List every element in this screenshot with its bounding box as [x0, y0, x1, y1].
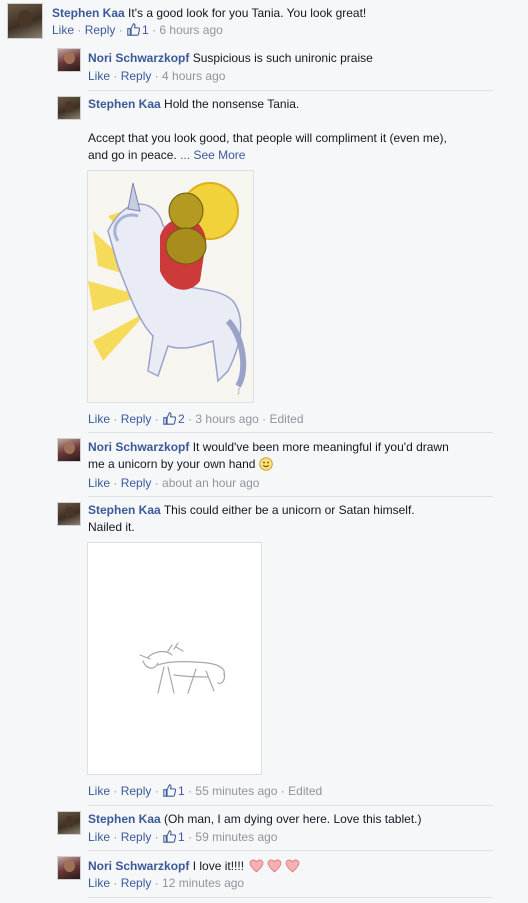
comment-text: It's a good look for you Tania. You look… — [128, 6, 367, 20]
divider — [88, 90, 493, 91]
timestamp[interactable]: 55 minutes ago — [195, 784, 277, 798]
like-link[interactable]: Like — [88, 830, 110, 844]
divider — [88, 496, 493, 497]
thumbs-up-icon — [163, 830, 177, 843]
comment-body: Stephen Kaa This could either be a unico… — [88, 502, 415, 519]
comment-author[interactable]: Stephen Kaa — [88, 503, 161, 517]
comment-actions: Like · Reply · 1 · 59 minutes ago — [88, 830, 278, 844]
reply-link[interactable]: Reply — [121, 69, 152, 83]
like-link[interactable]: Like — [88, 412, 110, 426]
reply-link[interactable]: Reply — [121, 412, 152, 426]
reply-link[interactable]: Reply — [85, 23, 116, 37]
comment-actions: Like · Reply · about an hour ago — [88, 476, 260, 490]
comment-text: This could either be a unicorn or Satan … — [163, 503, 415, 517]
comment-text-line: Nailed it. — [88, 520, 135, 534]
thumbs-up-icon — [163, 412, 177, 425]
heart-icon — [267, 859, 282, 873]
comment-text: It would've been more meaningful if you'… — [192, 440, 449, 454]
timestamp[interactable]: about an hour ago — [162, 476, 259, 490]
timestamp[interactable]: 3 hours ago — [195, 412, 258, 426]
comment-body: Nori Schwarzkopf Suspicious is such unir… — [88, 50, 373, 67]
comment-actions: Like · Reply · 1 · 55 minutes ago · Edit… — [88, 784, 323, 798]
avatar[interactable] — [57, 438, 81, 462]
comment-actions: Like · Reply · 2 · 3 hours ago · Edited — [88, 412, 304, 426]
avatar[interactable] — [57, 48, 81, 72]
comment-text: (Oh man, I am dying over here. Love this… — [164, 812, 422, 826]
avatar[interactable] — [57, 96, 81, 120]
divider — [88, 897, 493, 898]
heart-icon — [285, 859, 300, 873]
comment-author[interactable]: Nori Schwarzkopf — [88, 440, 189, 454]
timestamp[interactable]: 59 minutes ago — [195, 830, 277, 844]
smiley-icon — [258, 457, 273, 471]
timestamp[interactable]: 12 minutes ago — [162, 876, 244, 890]
like-link[interactable]: Like — [88, 69, 110, 83]
comment-actions: Like · Reply · 12 minutes ago — [88, 876, 245, 890]
heart-icon — [249, 859, 264, 873]
comment-image-unicorn[interactable]: ∫ — [87, 170, 254, 403]
comment-actions: Like · Reply · 1 · 6 hours ago — [52, 23, 223, 37]
like-link[interactable]: Like — [88, 784, 110, 798]
reply-link[interactable]: Reply — [121, 876, 152, 890]
comment-actions: Like · Reply · 4 hours ago — [88, 69, 226, 83]
timestamp[interactable]: 6 hours ago — [159, 23, 222, 37]
comment-body: Nori Schwarzkopf I love it!!!! — [88, 857, 301, 875]
comment-body: Stephen Kaa Hold the nonsense Tania. — [88, 96, 299, 113]
comment-author[interactable]: Stephen Kaa — [88, 812, 161, 826]
comment-text: Suspicious is such unironic praise — [192, 51, 373, 65]
comment-author[interactable]: Nori Schwarzkopf — [88, 859, 189, 873]
unicorn-drawing: ∫ — [88, 171, 253, 402]
comment-text-line: and go in peace. ... See More — [88, 148, 246, 162]
comment-text: I love it!!!! — [192, 859, 245, 873]
reply-link[interactable]: Reply — [121, 476, 152, 490]
comment-body: Stephen Kaa (Oh man, I am dying over her… — [88, 811, 422, 828]
comment-author[interactable]: Nori Schwarzkopf — [88, 51, 189, 65]
avatar[interactable] — [7, 3, 43, 39]
like-link[interactable]: Like — [52, 23, 74, 37]
avatar[interactable] — [57, 502, 81, 526]
edited-label[interactable]: Edited — [269, 412, 303, 426]
doodle-unicorn-drawing — [88, 543, 261, 774]
reply-link[interactable]: Reply — [121, 784, 152, 798]
like-count[interactable]: 2 — [178, 412, 185, 426]
comment-text-line: me a unicorn by your own hand — [88, 456, 273, 473]
like-link[interactable]: Like — [88, 476, 110, 490]
comment-author[interactable]: Stephen Kaa — [88, 97, 161, 111]
thumbs-up-icon — [127, 23, 141, 36]
comment-body: Nori Schwarzkopf It would've been more m… — [88, 439, 449, 456]
divider — [88, 850, 493, 851]
like-link[interactable]: Like — [88, 876, 110, 890]
like-count[interactable]: 1 — [178, 784, 185, 798]
edited-label[interactable]: Edited — [288, 784, 322, 798]
like-count[interactable]: 1 — [178, 830, 185, 844]
comment-image-doodle[interactable] — [87, 542, 262, 775]
comment-body: Stephen Kaa It's a good look for you Tan… — [52, 5, 366, 22]
see-more-link[interactable]: See More — [193, 148, 245, 162]
like-count[interactable]: 1 — [142, 23, 149, 37]
reply-link[interactable]: Reply — [121, 830, 152, 844]
divider — [88, 432, 493, 433]
divider — [88, 805, 493, 806]
timestamp[interactable]: 4 hours ago — [162, 69, 225, 83]
comment-author[interactable]: Stephen Kaa — [52, 6, 125, 20]
comment-text-line: Accept that you look good, that people w… — [88, 131, 447, 145]
avatar[interactable] — [57, 811, 81, 835]
thumbs-up-icon — [163, 784, 177, 797]
comment-text: Hold the nonsense Tania. — [164, 97, 300, 111]
avatar[interactable] — [57, 856, 81, 880]
